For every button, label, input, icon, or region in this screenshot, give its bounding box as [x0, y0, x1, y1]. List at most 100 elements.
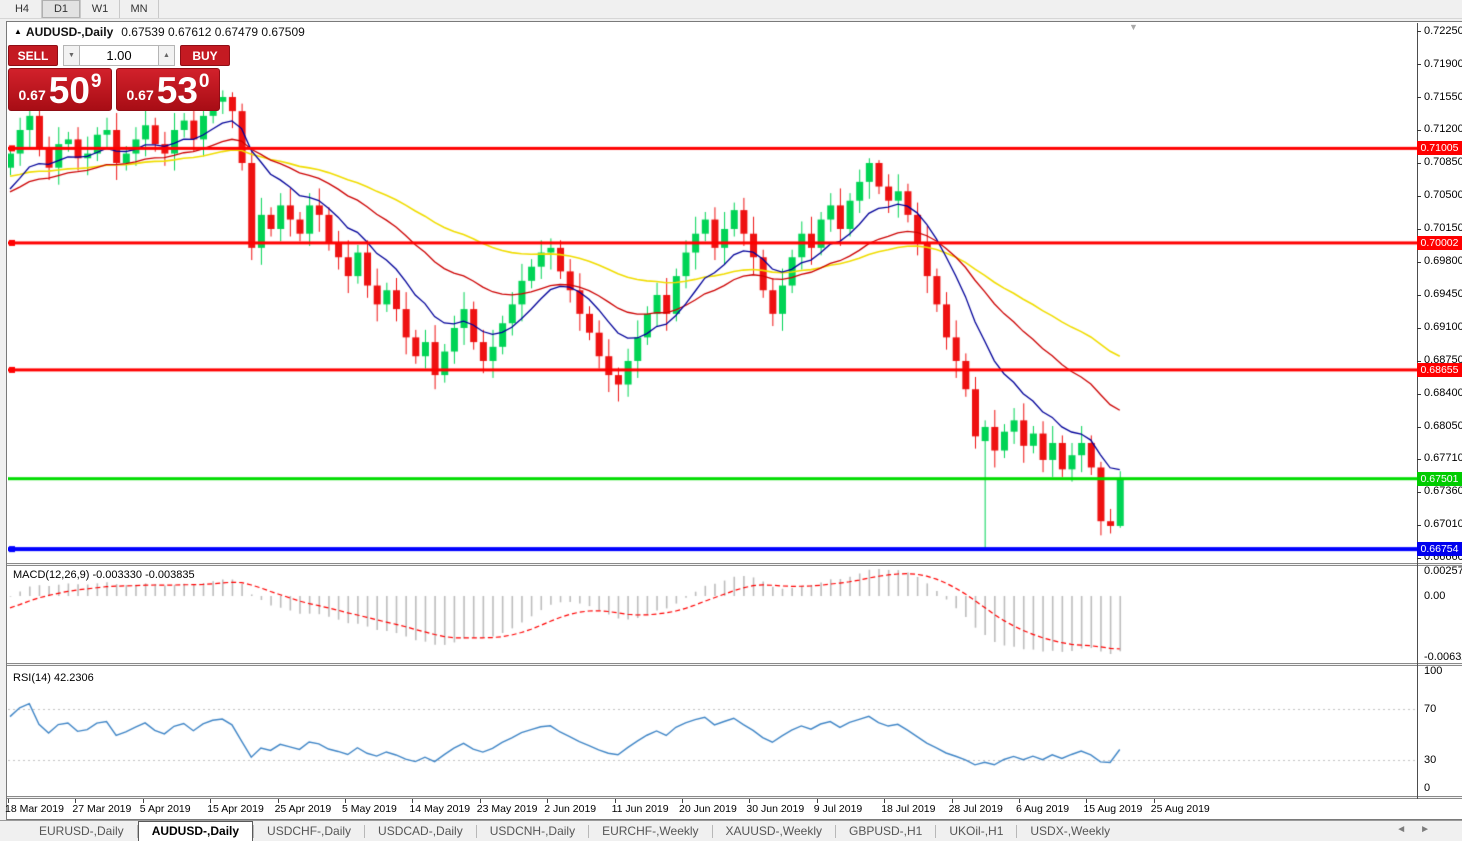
date-axis-label: 11 Jun 2019: [612, 803, 669, 815]
sell-price-button[interactable]: 0.67509: [8, 68, 112, 111]
chart-shift-marker-icon: ▼: [1129, 22, 1138, 32]
macd-axis-label: 0.002574: [1424, 565, 1462, 577]
date-axis-label: 14 May 2019: [409, 803, 470, 815]
volume-increase-button[interactable]: ▲: [158, 45, 175, 66]
tab-usdcad-daily[interactable]: USDCAD-,Daily: [365, 822, 476, 841]
price-axis-label: 0.71200: [1424, 123, 1462, 135]
sell-price-prefix: 0.67: [19, 87, 46, 103]
price-axis-tick: [1417, 459, 1421, 460]
tab-ukoil-h1[interactable]: UKOil-,H1: [936, 822, 1016, 841]
price-axis-tick: [1417, 295, 1421, 296]
timeframe-H4[interactable]: H4: [3, 0, 42, 18]
tab-audusd-daily[interactable]: AUDUSD-,Daily: [138, 821, 253, 841]
tab-usdx-weekly[interactable]: USDX-,Weekly: [1017, 822, 1123, 841]
timeframe-toolbar: H4D1W1MN: [0, 0, 1462, 19]
rsi-indicator-label: RSI(14) 42.2306: [13, 672, 94, 684]
chevron-up-icon: ▲: [163, 52, 170, 59]
date-axis-label: 15 Apr 2019: [207, 803, 264, 815]
price-axis-tick: [1417, 525, 1421, 526]
chevron-down-icon: ▼: [68, 52, 75, 59]
price-axis-tick: [1417, 196, 1421, 197]
buy-price-button[interactable]: 0.67530: [116, 68, 220, 111]
sell-button[interactable]: SELL: [8, 45, 58, 66]
tab-eurusd-daily[interactable]: EURUSD-,Daily: [26, 822, 137, 841]
chart-symbol: AUDUSD-,Daily: [26, 25, 113, 39]
volume-input[interactable]: [80, 45, 158, 66]
date-axis-label: 25 Apr 2019: [275, 803, 332, 815]
tab-gbpusd-h1[interactable]: GBPUSD-,H1: [836, 822, 935, 841]
price-axis-tick: [1417, 427, 1421, 428]
date-axis-label: 27 Mar 2019: [72, 803, 131, 815]
price-level-tag: 0.67501: [1417, 472, 1462, 486]
rsi-axis-label: 70: [1424, 703, 1436, 715]
buy-price-prefix: 0.67: [127, 87, 154, 103]
price-axis-label: 0.67360: [1424, 485, 1462, 497]
date-axis-label: 5 Apr 2019: [140, 803, 191, 815]
price-axis-label: 0.69450: [1424, 288, 1462, 300]
price-axis-label: 0.72250: [1424, 25, 1462, 37]
timeframe-D1[interactable]: D1: [42, 0, 81, 18]
date-axis-label: 9 Jul 2019: [814, 803, 862, 815]
price-level-tag: 0.70002: [1417, 236, 1462, 250]
chart-tab-bar: EURUSD-,DailyAUDUSD-,DailyUSDCHF-,DailyU…: [0, 820, 1462, 841]
price-axis-tick: [1417, 130, 1421, 131]
price-level-tag: 0.68655: [1417, 363, 1462, 377]
buy-price-pip: 0: [199, 71, 210, 93]
price-axis-label: 0.67710: [1424, 452, 1462, 464]
rsi-panel-canvas[interactable]: [8, 666, 1417, 796]
price-axis-label: 0.71900: [1424, 58, 1462, 70]
price-axis-tick: [1417, 163, 1421, 164]
price-axis-label: 0.69800: [1424, 255, 1462, 267]
tab-scroll-nav: ◄►: [1396, 824, 1444, 835]
price-axis-tick: [1417, 361, 1421, 362]
price-axis-label: 0.68050: [1424, 420, 1462, 432]
collapse-icon[interactable]: ▲: [14, 27, 22, 36]
price-axis-tick: [1417, 558, 1421, 559]
date-axis-label: 15 Aug 2019: [1083, 803, 1142, 815]
price-axis-label: 0.70150: [1424, 222, 1462, 234]
buy-price-main: 53: [157, 72, 198, 109]
tab-eurchf-weekly[interactable]: EURCHF-,Weekly: [589, 822, 711, 841]
tab-scroll-right-icon[interactable]: ►: [1420, 824, 1444, 835]
date-axis-label: 18 Mar 2019: [5, 803, 64, 815]
volume-decrease-button[interactable]: ▼: [63, 45, 80, 66]
rsi-axis-label: 0: [1424, 782, 1430, 794]
price-axis-label: 0.70500: [1424, 189, 1462, 201]
macd-axis-label: 0.00: [1424, 590, 1445, 602]
price-axis-label: 0.67010: [1424, 518, 1462, 530]
date-axis-label: 18 Jul 2019: [881, 803, 935, 815]
macd-indicator-label: MACD(12,26,9) -0.003330 -0.003835: [13, 569, 195, 581]
price-axis-label: 0.68400: [1424, 387, 1462, 399]
panel-resize-handle[interactable]: [7, 796, 1462, 799]
timeframe-MN[interactable]: MN: [120, 0, 159, 18]
price-axis-tick: [1417, 97, 1421, 98]
price-axis-tick: [1417, 492, 1421, 493]
date-axis-label: 30 Jun 2019: [746, 803, 804, 815]
date-axis-label: 25 Aug 2019: [1151, 803, 1210, 815]
price-axis-label: 0.71550: [1424, 91, 1462, 103]
date-axis-label: 23 May 2019: [477, 803, 538, 815]
date-axis-label: 20 Jun 2019: [679, 803, 737, 815]
tab-xauusd-weekly[interactable]: XAUUSD-,Weekly: [713, 822, 835, 841]
tab-usdcnh-daily[interactable]: USDCNH-,Daily: [477, 822, 588, 841]
price-axis-label: 0.69100: [1424, 321, 1462, 333]
rsi-axis-label: 30: [1424, 754, 1436, 766]
price-axis-tick: [1417, 262, 1421, 263]
buy-button[interactable]: BUY: [180, 45, 230, 66]
price-axis-tick: [1417, 31, 1421, 32]
price-level-tag: 0.66754: [1417, 542, 1462, 556]
date-axis-label: 2 Jun 2019: [544, 803, 596, 815]
date-axis-label: 28 Jul 2019: [949, 803, 1003, 815]
price-level-tag: 0.71005: [1417, 141, 1462, 155]
rsi-axis-label: 100: [1424, 665, 1442, 677]
macd-axis-label: -0.006326: [1424, 651, 1462, 663]
price-axis-tick: [1417, 64, 1421, 65]
timeframe-W1[interactable]: W1: [81, 0, 120, 18]
tab-usdchf-daily[interactable]: USDCHF-,Daily: [254, 822, 364, 841]
macd-panel-canvas[interactable]: [8, 566, 1417, 663]
date-axis-label: 6 Aug 2019: [1016, 803, 1069, 815]
tab-scroll-left-icon[interactable]: ◄: [1396, 824, 1420, 835]
chart-title: ▲AUDUSD-,Daily0.67539 0.67612 0.67479 0.…: [14, 25, 305, 39]
sell-price-pip: 9: [91, 71, 102, 93]
date-axis-label: 5 May 2019: [342, 803, 397, 815]
